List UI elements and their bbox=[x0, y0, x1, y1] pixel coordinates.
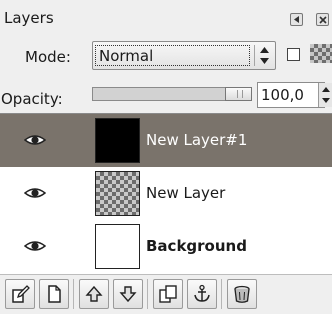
delete-layer-button[interactable] bbox=[227, 279, 257, 309]
anchor-layer-button[interactable] bbox=[187, 279, 217, 309]
mode-label: Mode: bbox=[25, 48, 71, 66]
opacity-spin-arrows[interactable] bbox=[318, 83, 332, 107]
layer-name[interactable]: New Layer#1 bbox=[146, 131, 247, 149]
raise-layer-button[interactable] bbox=[79, 279, 109, 309]
layer-thumbnail bbox=[95, 171, 140, 216]
updown-arrows-icon bbox=[322, 87, 330, 103]
layer-name[interactable]: Background bbox=[146, 237, 247, 255]
lower-layer-button[interactable] bbox=[113, 279, 143, 309]
layer-thumbnail bbox=[95, 224, 140, 269]
duplicate-layer-button[interactable] bbox=[39, 279, 69, 309]
eye-icon[interactable] bbox=[24, 133, 46, 147]
mode-dropdown[interactable]: Normal bbox=[92, 41, 276, 70]
layer-row[interactable]: New Layer#1 bbox=[0, 114, 332, 167]
delete-layer-icon bbox=[234, 285, 250, 303]
new-layer-button[interactable] bbox=[5, 279, 35, 309]
anchor-icon bbox=[194, 284, 210, 302]
eye-icon[interactable] bbox=[24, 239, 46, 253]
opacity-label: Opacity: bbox=[1, 90, 63, 108]
lower-layer-icon bbox=[119, 286, 137, 303]
opacity-spinbutton[interactable]: 100,0 bbox=[257, 82, 325, 108]
new-layer-icon bbox=[12, 285, 30, 303]
layer-name[interactable]: New Layer bbox=[146, 184, 225, 202]
panel-menu-button[interactable] bbox=[290, 13, 303, 26]
opacity-slider-handle[interactable] bbox=[225, 87, 252, 101]
mode-value: Normal bbox=[95, 45, 250, 66]
copy-layer-icon bbox=[159, 285, 177, 303]
layer-thumbnail bbox=[95, 118, 140, 163]
layer-row[interactable]: New Layer bbox=[0, 167, 332, 220]
triangle-left-icon bbox=[294, 16, 299, 23]
layers-list[interactable]: New Layer#1 New Layer Background bbox=[0, 113, 332, 275]
layer-row[interactable]: Background bbox=[0, 220, 332, 273]
panel-close-button[interactable] bbox=[316, 13, 329, 26]
lock-alpha-icon bbox=[310, 44, 332, 63]
copy-layer-button[interactable] bbox=[153, 279, 183, 309]
layers-toolbar bbox=[0, 274, 332, 314]
duplicate-layer-icon bbox=[48, 285, 61, 303]
updown-arrows-icon bbox=[260, 47, 269, 64]
lock-alpha-checkbox[interactable] bbox=[287, 48, 300, 61]
close-icon bbox=[318, 15, 327, 24]
raise-layer-icon bbox=[85, 285, 103, 302]
eye-icon[interactable] bbox=[24, 186, 46, 200]
panel-title: Layers bbox=[4, 9, 54, 27]
